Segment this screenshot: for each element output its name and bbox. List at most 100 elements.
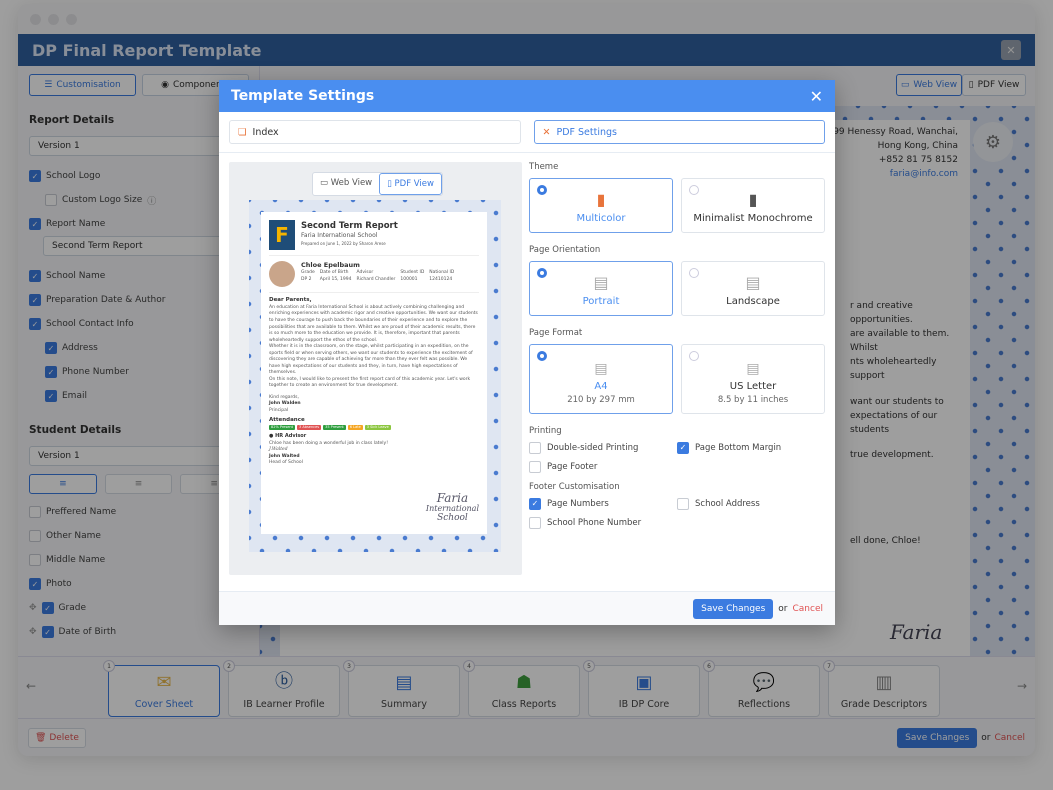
checkbox-row[interactable]: ✓ Page Numbers bbox=[529, 494, 677, 513]
tab-pdf-settings[interactable]: ✕ PDF Settings bbox=[533, 120, 825, 144]
web-view-button[interactable]: ▭ Web View bbox=[896, 74, 962, 96]
checkbox[interactable] bbox=[529, 460, 541, 473]
checkbox[interactable] bbox=[529, 441, 541, 454]
preview-web-view-button[interactable]: ▭ Web View bbox=[313, 173, 379, 195]
arrow-right-icon[interactable]: → bbox=[1017, 679, 1027, 693]
checkbox-row[interactable]: ✓ School Logo bbox=[29, 164, 248, 188]
component-tab-grade-descriptors[interactable]: 7 ▥ Grade Descriptors bbox=[823, 660, 940, 717]
drag-handle-icon[interactable]: ✥ bbox=[29, 627, 37, 637]
align-left-button[interactable]: ≡ bbox=[29, 474, 97, 494]
report-name-input[interactable]: Second Term Report bbox=[43, 236, 248, 256]
dp-core-icon: ▣ bbox=[635, 672, 653, 693]
orientation-landscape-option[interactable]: ▤ Landscape bbox=[681, 261, 825, 316]
checkbox[interactable]: ✓ bbox=[29, 578, 41, 590]
checkbox[interactable] bbox=[45, 194, 57, 206]
checkbox[interactable]: ✓ bbox=[29, 270, 41, 282]
checkbox[interactable]: ✓ bbox=[41, 602, 54, 614]
checkbox-row[interactable]: ✓ Email bbox=[29, 384, 248, 408]
cancel-link[interactable]: Cancel bbox=[995, 733, 1026, 743]
radio[interactable] bbox=[537, 185, 547, 195]
window-dot-minimize[interactable] bbox=[48, 13, 59, 25]
close-icon[interactable]: ✕ bbox=[810, 87, 823, 106]
radio[interactable] bbox=[537, 268, 547, 278]
class-reports-icon: ☗ bbox=[515, 672, 533, 693]
student-version-select[interactable]: Version 1 bbox=[29, 446, 248, 466]
arrow-left-icon[interactable]: ← bbox=[26, 679, 36, 693]
checkbox[interactable]: ✓ bbox=[677, 441, 689, 454]
checkbox-row[interactable]: Double-sided Printing bbox=[529, 438, 677, 457]
checkbox-row[interactable]: Preffered Name bbox=[29, 500, 248, 524]
checkbox-row[interactable]: School Phone Number bbox=[529, 513, 677, 532]
align-center-button[interactable]: ≡ bbox=[104, 474, 173, 494]
modal-save-changes-button[interactable]: Save Changes bbox=[693, 598, 774, 619]
component-tab-reflections[interactable]: 6 💬 Reflections bbox=[703, 660, 820, 717]
radio[interactable] bbox=[689, 351, 699, 361]
preview-pdf-view-button[interactable]: ▯ PDF View bbox=[379, 173, 442, 195]
save-changes-button[interactable]: Save Changes bbox=[897, 727, 978, 748]
ib-logo-icon: ⓑ bbox=[275, 671, 293, 692]
checkbox-row[interactable]: ✓ Preparation Date & Author bbox=[29, 288, 248, 312]
tab-index[interactable]: ❏ Index bbox=[229, 120, 521, 144]
checkbox-row[interactable]: ✓ Address bbox=[29, 336, 248, 360]
component-tab-ib-learner-profile[interactable]: 2 ⓑ IB Learner Profile bbox=[223, 660, 340, 717]
checkbox-row[interactable]: Other Name bbox=[29, 524, 248, 548]
student-field-value: 100001 bbox=[400, 276, 418, 282]
checkbox-row[interactable]: ✓ Page Bottom Margin bbox=[677, 438, 825, 457]
checkbox-row[interactable]: School Address bbox=[677, 494, 825, 513]
checkbox[interactable]: ✓ bbox=[529, 497, 541, 510]
checkbox[interactable]: ✓ bbox=[29, 218, 41, 230]
gear-icon[interactable]: ⚙ bbox=[973, 122, 1013, 162]
checkbox[interactable]: ✓ bbox=[29, 294, 41, 306]
modal-cancel-link[interactable]: Cancel bbox=[793, 604, 824, 614]
component-tab-summary[interactable]: 3 ▤ Summary bbox=[343, 660, 460, 717]
format-us-letter-option[interactable]: ▤ US Letter 8.5 by 11 inches bbox=[681, 344, 825, 414]
school-email-link[interactable]: faria@info.com bbox=[833, 168, 958, 182]
checkbox[interactable]: ✓ bbox=[29, 170, 41, 182]
checkbox[interactable] bbox=[29, 506, 41, 518]
checkbox-row[interactable]: ✓ Phone Number bbox=[29, 360, 248, 384]
checkbox[interactable]: ✓ bbox=[45, 342, 57, 354]
checkbox[interactable] bbox=[29, 530, 41, 542]
window-dot-maximize[interactable] bbox=[66, 13, 77, 25]
checkbox-row[interactable]: ✥ ✓ Date of Birth bbox=[29, 620, 248, 644]
component-tab-ib-dp-core[interactable]: 5 ▣ IB DP Core bbox=[583, 660, 700, 717]
checkbox[interactable]: ✓ bbox=[45, 390, 57, 402]
checkbox[interactable]: ✓ bbox=[45, 366, 57, 378]
checkbox[interactable]: ✓ bbox=[29, 318, 41, 330]
checkbox-row[interactable]: ✓ School Contact Info bbox=[29, 312, 248, 336]
checkbox-row[interactable]: ✓ Report Name bbox=[29, 212, 248, 236]
preview-sheet: F Second Term Report Faria International… bbox=[261, 212, 487, 534]
attendance-badge: 82% Present bbox=[269, 425, 296, 431]
student-field: Date of Birth April 15, 1994 bbox=[320, 270, 352, 283]
customisation-tab[interactable]: ☰ Customisation bbox=[29, 74, 136, 96]
component-tab-class-reports[interactable]: 4 ☗ Class Reports bbox=[463, 660, 580, 717]
theme-monochrome-option[interactable]: ▮ Minimalist Monochrome bbox=[681, 178, 825, 233]
checkbox-row[interactable]: Page Footer bbox=[529, 457, 677, 476]
checkbox[interactable]: ✓ bbox=[41, 626, 54, 638]
delete-button[interactable]: 🗑 Delete bbox=[28, 727, 86, 748]
pdf-view-button[interactable]: ▯ PDF View bbox=[962, 74, 1026, 96]
format-a4-option[interactable]: ▤ A4 210 by 297 mm bbox=[529, 344, 673, 414]
student-field-value: Richard Chandler bbox=[356, 276, 396, 282]
checkbox-row[interactable]: ✓ School Name bbox=[29, 264, 248, 288]
checkbox[interactable] bbox=[677, 497, 689, 510]
orientation-portrait-option[interactable]: ▤ Portrait bbox=[529, 261, 673, 316]
checkbox-row[interactable]: Middle Name bbox=[29, 548, 248, 572]
component-tab-cover-sheet[interactable]: 1 ✉ Cover Sheet bbox=[103, 660, 220, 717]
checkbox-label: Middle Name bbox=[46, 555, 106, 565]
radio[interactable] bbox=[689, 268, 699, 278]
checkbox[interactable] bbox=[29, 554, 41, 566]
checkbox-row[interactable]: ✥ ✓ Grade bbox=[29, 596, 248, 620]
checkbox-row[interactable]: ✓ Photo bbox=[29, 572, 248, 596]
info-icon[interactable]: ⓘ bbox=[147, 194, 156, 207]
radio[interactable] bbox=[537, 351, 547, 361]
close-icon[interactable]: ✕ bbox=[1001, 40, 1021, 60]
report-version-select[interactable]: Version 1 bbox=[29, 136, 248, 156]
theme-multicolor-option[interactable]: ▮ Multicolor bbox=[529, 178, 673, 233]
component-tab-label: Cover Sheet bbox=[134, 699, 194, 710]
checkbox[interactable] bbox=[529, 516, 541, 529]
window-dot-close[interactable] bbox=[30, 13, 41, 25]
drag-handle-icon[interactable]: ✥ bbox=[29, 603, 37, 613]
checkbox-row[interactable]: Custom Logo Size ⓘ bbox=[29, 188, 248, 212]
radio[interactable] bbox=[689, 185, 699, 195]
